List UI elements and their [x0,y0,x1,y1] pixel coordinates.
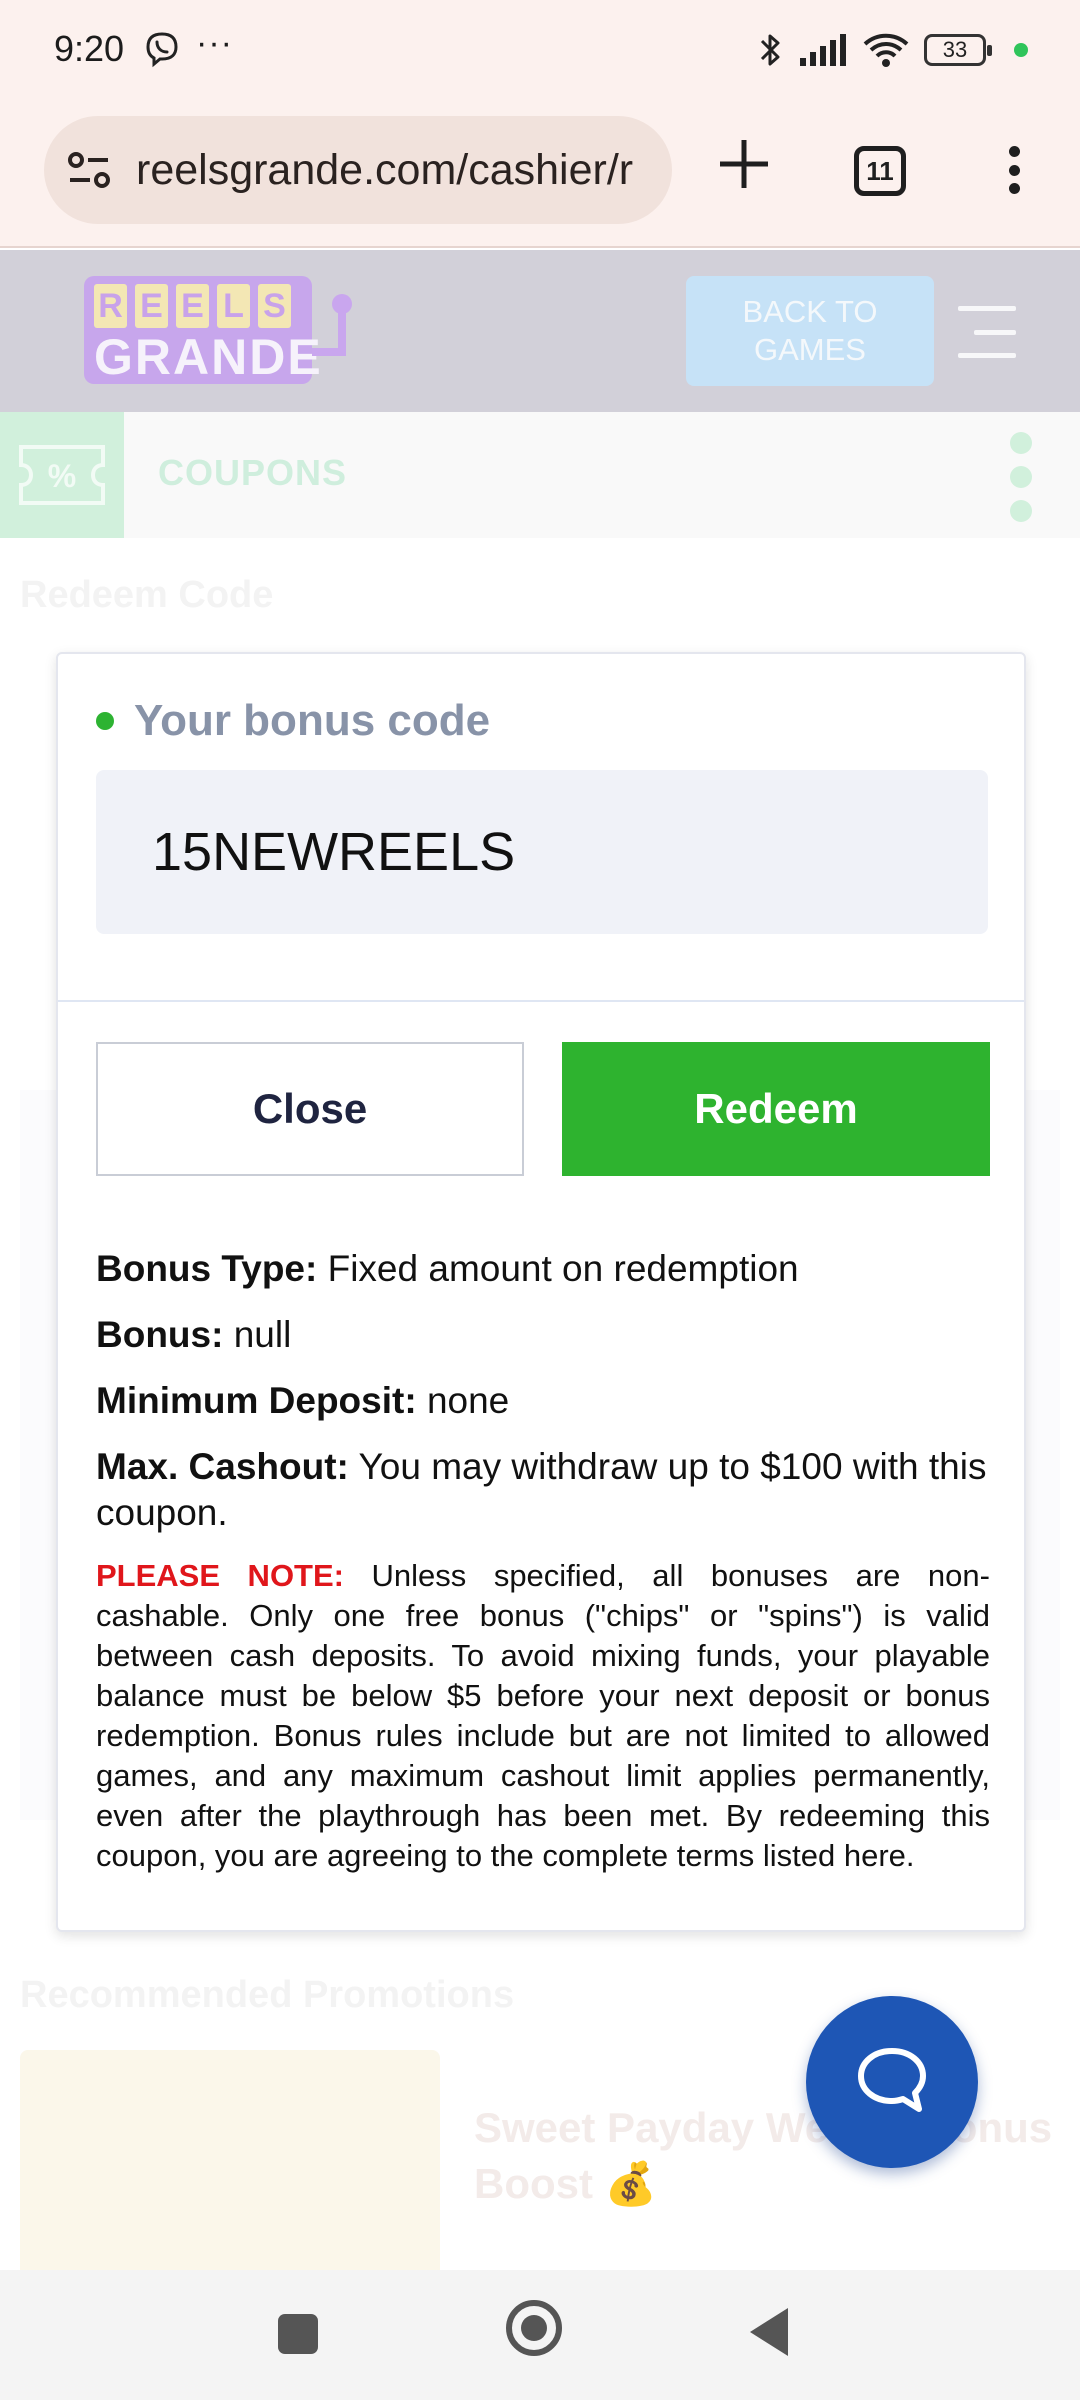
back-icon[interactable] [750,2308,788,2356]
coupons-title: COUPONS [158,452,348,493]
battery-icon: 33 [924,34,992,66]
bonus-code-field[interactable]: 15NEWREELS [96,770,988,934]
coupon-ticket-icon: % [0,412,124,538]
max-cashout-row: Max. Cashout: You may withdraw up to $10… [96,1446,987,1533]
terms-note: PLEASE NOTE: Unless specified, all bonus… [96,1556,990,1876]
minimum-deposit-row: Minimum Deposit: none [96,1380,510,1421]
please-note-label: PLEASE NOTE: [96,1558,344,1593]
logo-grande-text: GRANDE [94,329,323,385]
url-text[interactable]: reelsgrande.com/cashier/r [136,146,633,195]
site-settings-icon[interactable] [64,145,114,195]
status-indicators: 33 [758,28,1028,72]
back-to-games-button[interactable]: BACK TO GAMES [686,276,934,386]
bonus-type-row: Bonus Type: Fixed amount on redemption [96,1248,799,1289]
url-bar[interactable]: reelsgrande.com/cashier/r [44,116,672,224]
system-nav-bar [0,2270,1080,2400]
background-card-left [20,1090,60,1820]
privacy-indicator-dot [1014,43,1028,57]
close-button[interactable]: Close [96,1042,524,1176]
chat-bubble-icon [858,2048,926,2112]
status-bar: 9:20 ··· 33 [0,0,1080,100]
svg-text:%: % [48,458,76,494]
signal-icon [800,34,846,66]
recents-icon[interactable] [278,2314,318,2354]
logo-reels-letters: R E E L S [94,284,291,328]
promo-card-title: Sweet Payday Weekly Bonus Boost 💰 [474,2104,1053,2207]
viber-icon [146,32,178,68]
more-notifications-icon: ··· [196,24,233,62]
terms-text: Unless specified, all bonuses are non-ca… [96,1558,990,1873]
bonus-details: Bonus Type: Fixed amount on redemption B… [96,1246,990,1876]
live-chat-button[interactable] [806,1996,978,2168]
divider [58,1000,1024,1002]
recommended-promotions-heading: Recommended Promotions [20,1974,515,2016]
bluetooth-icon [760,34,780,66]
status-time: 9:20 [54,28,125,69]
bonus-code-modal: Your bonus code 15NEWREELS Close Redeem … [56,652,1026,1932]
site-header: R E E L S GRANDE BACK TO GAMES [0,250,1080,412]
slot-lever-icon [312,294,352,356]
promo-image [20,2050,440,2280]
redeem-button[interactable]: Redeem [562,1042,990,1176]
wifi-icon [863,33,909,67]
new-tab-icon[interactable] [714,134,774,194]
hamburger-menu-icon[interactable] [958,306,1016,358]
browser-menu-icon[interactable] [994,140,1034,200]
background-card-right [1020,1090,1060,1820]
status-dot-icon [96,712,114,730]
coupons-bar: % COUPONS [0,412,1080,538]
home-icon[interactable] [506,2300,562,2356]
bonus-code-label: Your bonus code [96,696,490,746]
browser-toolbar: reelsgrande.com/cashier/r 11 [0,100,1080,248]
tab-switcher-button[interactable]: 11 [854,146,906,196]
coupons-menu-icon[interactable] [1006,432,1036,522]
bonus-row: Bonus: null [96,1314,292,1355]
redeem-code-heading: Redeem Code [20,574,274,616]
reelsgrande-logo[interactable]: R E E L S GRANDE [84,276,358,386]
